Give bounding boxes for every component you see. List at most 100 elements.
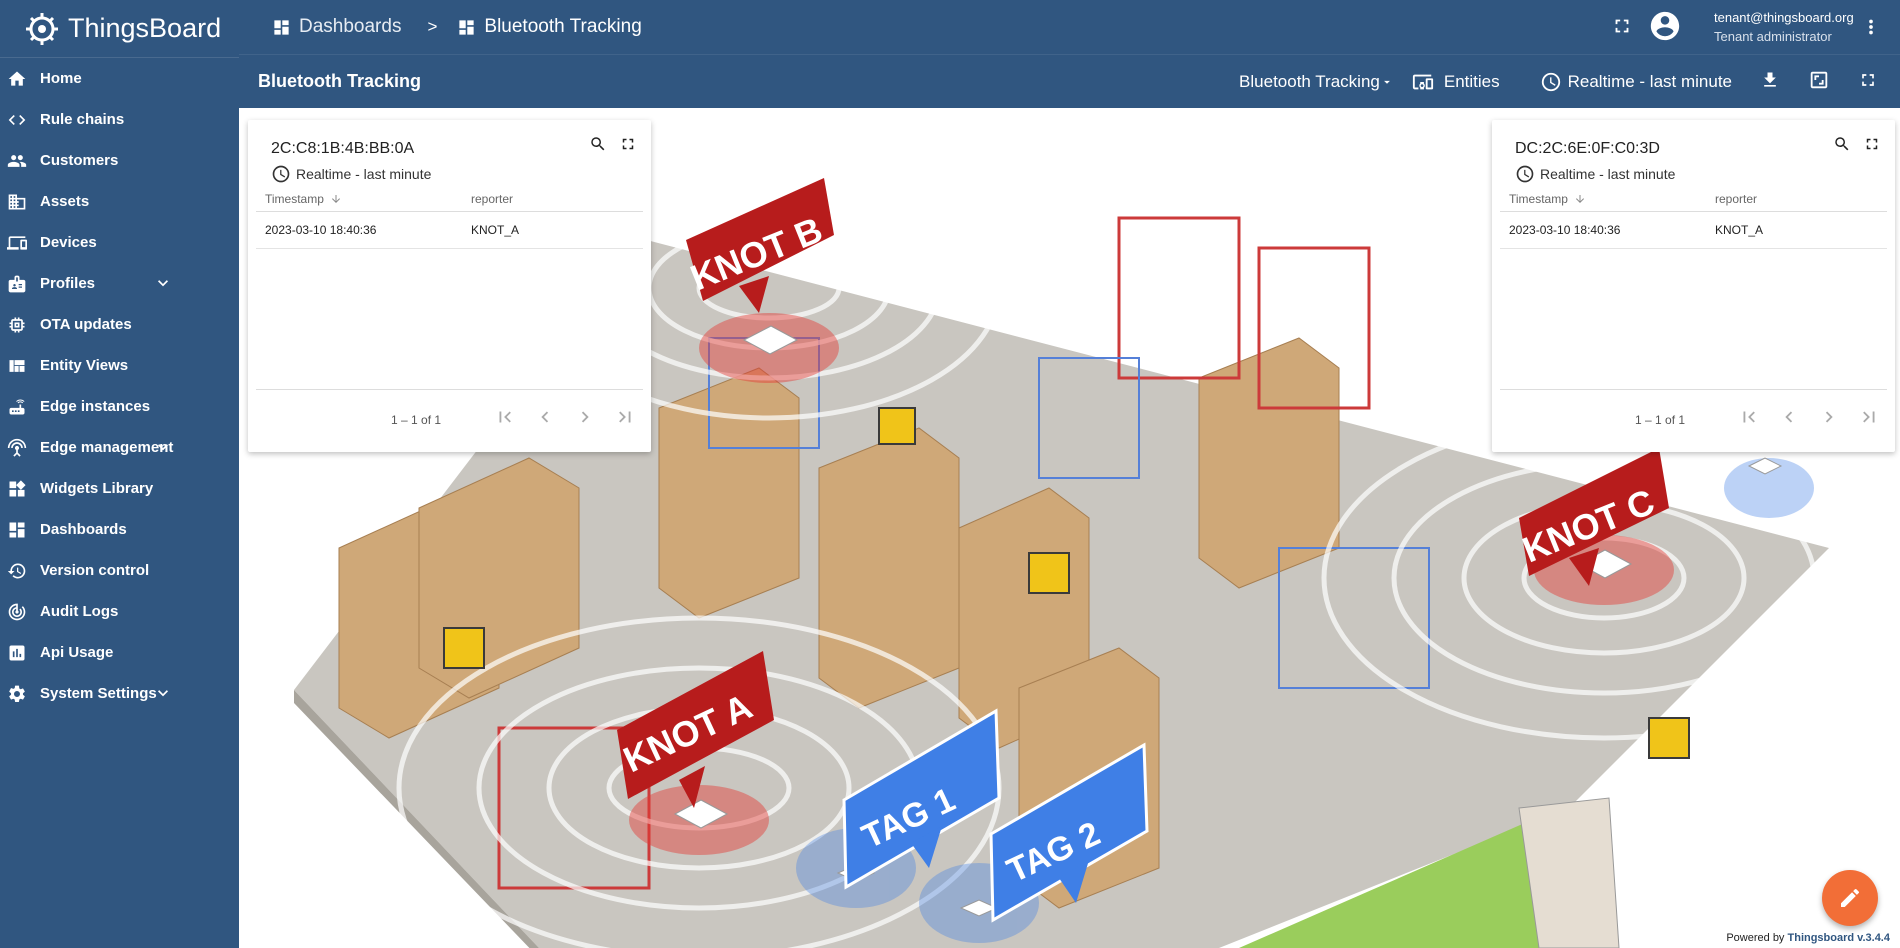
- sidebar-item-edge-instances[interactable]: Edge instances: [0, 386, 239, 427]
- breadcrumb-parent[interactable]: Dashboards: [299, 16, 401, 38]
- user-role: Tenant administrator: [1714, 29, 1832, 44]
- sidebar-item-widgets-library[interactable]: Widgets Library: [0, 468, 239, 509]
- user-info[interactable]: tenant@thingsboard.org Tenant administra…: [1714, 8, 1854, 46]
- powered-brand-link[interactable]: Thingsboard v.3.4.4: [1788, 932, 1891, 944]
- layout-button[interactable]: [1808, 69, 1830, 96]
- fullscreen-icon[interactable]: [1863, 135, 1881, 153]
- fullscreen-icon[interactable]: [619, 135, 637, 153]
- gear-icon: [6, 683, 28, 705]
- download-icon: [1764, 72, 1776, 87]
- column-header-reporter[interactable]: reporter: [1715, 192, 1757, 206]
- arrow-down-icon: [1575, 194, 1584, 203]
- column-header-reporter[interactable]: reporter: [471, 192, 513, 206]
- devices-icon: [6, 232, 28, 254]
- dashboard-icon: [459, 19, 475, 35]
- sidebar-item-customers[interactable]: Customers: [0, 140, 239, 181]
- first-page-icon[interactable]: [494, 406, 516, 428]
- chevron-right-icon[interactable]: [1818, 406, 1840, 428]
- cell-timestamp: 2023-03-10 18:40:36: [265, 223, 377, 237]
- dashboard-canvas: KNOT B KNOT A KNOT C TAG 1 TAG 2 2C:C8:1…: [239, 108, 1900, 948]
- timewindow-button[interactable]: Realtime - last minute: [1540, 71, 1732, 93]
- search-icon[interactable]: [1833, 135, 1851, 153]
- people-icon: [6, 150, 28, 172]
- rule-chain-icon: [6, 109, 28, 131]
- last-page-icon[interactable]: [1858, 406, 1880, 428]
- sidebar-item-devices[interactable]: Devices: [0, 222, 239, 263]
- sidebar-item-rule-chains[interactable]: Rule chains: [0, 99, 239, 140]
- sidebar-item-home[interactable]: Home: [0, 58, 239, 99]
- table-paginator: 1 – 1 of 1: [256, 389, 643, 449]
- dashboard-fullscreen-button[interactable]: [1858, 70, 1878, 95]
- cell-timestamp: 2023-03-10 18:40:36: [1509, 223, 1621, 237]
- domain-icon: [6, 191, 28, 213]
- sidebar-item-ota-updates[interactable]: OTA updates: [0, 304, 239, 345]
- sidebar-item-audit-logs[interactable]: Audit Logs: [0, 591, 239, 632]
- arrow-drop-down-icon: [1383, 80, 1390, 84]
- insert-chart-icon: [6, 642, 28, 664]
- arrow-down-icon: [331, 194, 340, 203]
- router-icon: [6, 396, 28, 418]
- column-header-timestamp[interactable]: Timestamp: [1500, 192, 1715, 206]
- search-icon[interactable]: [589, 135, 607, 153]
- settings-input-antenna-icon: [6, 437, 28, 459]
- column-header-label: Timestamp: [1509, 191, 1568, 206]
- column-header-timestamp[interactable]: Timestamp: [256, 192, 471, 206]
- history-icon: [6, 560, 28, 582]
- entities-label: Entities: [1443, 72, 1500, 91]
- sidebar-item-label: Audit Logs: [40, 603, 119, 620]
- dashboard-actions: Bluetooth Tracking Entities Realtime - l…: [1239, 55, 1900, 109]
- paginator-buttons: [494, 406, 636, 428]
- last-page-icon[interactable]: [614, 406, 636, 428]
- powered-by: Powered by Thingsboard v.3.4.4: [1726, 932, 1890, 944]
- widget-timewindow[interactable]: Realtime - last minute: [1515, 164, 1675, 184]
- dashboard-toolbar: Bluetooth Tracking Bluetooth Tracking En…: [239, 54, 1900, 108]
- user-avatar[interactable]: [1648, 9, 1682, 48]
- chevron-left-icon[interactable]: [534, 406, 556, 428]
- sidebar-item-label: Profiles: [40, 275, 96, 292]
- sidebar-item-version-control[interactable]: Version control: [0, 550, 239, 591]
- first-page-icon[interactable]: [1738, 406, 1760, 428]
- fullscreen-button[interactable]: [1611, 15, 1633, 42]
- sidebar-item-assets[interactable]: Assets: [0, 181, 239, 222]
- sidebar-item-api-usage[interactable]: Api Usage: [0, 632, 239, 673]
- sidebar-item-label: Api Usage: [40, 644, 114, 661]
- sidebar-item-system-settings[interactable]: System Settings: [0, 673, 239, 714]
- timeseries-table-widget-1: 2C:C8:1B:4B:BB:0A Realtime - last minute…: [248, 120, 651, 452]
- widget-timewindow[interactable]: Realtime - last minute: [271, 164, 431, 184]
- sidebar-item-label: Edge instances: [40, 398, 151, 415]
- app-logo[interactable]: ThingsBoard: [0, 0, 239, 58]
- track-changes-icon: [6, 601, 28, 623]
- edit-icon: [1841, 888, 1860, 907]
- state-select[interactable]: Bluetooth Tracking: [1239, 72, 1394, 92]
- sidebar-item-label: Assets: [40, 193, 90, 210]
- table-row[interactable]: 2023-03-10 18:40:36 KNOT_A: [256, 212, 643, 249]
- entities-button[interactable]: Entities: [1412, 71, 1500, 93]
- fullscreen-icon: [1615, 19, 1629, 33]
- widget-timewindow-label: Realtime - last minute: [296, 166, 432, 182]
- export-button[interactable]: [1760, 70, 1780, 95]
- widget-tools: [1833, 135, 1881, 153]
- paginator-range: 1 – 1 of 1: [1635, 413, 1686, 427]
- more-menu-button[interactable]: [1860, 15, 1882, 44]
- thingsboard-logo-icon: [26, 12, 58, 45]
- chevron-right-icon[interactable]: [574, 406, 596, 428]
- chip-icon: [6, 314, 28, 336]
- edit-dashboard-button[interactable]: [1822, 870, 1878, 926]
- more-vert-icon: [1869, 19, 1873, 35]
- breadcrumb-current: Bluetooth Tracking: [484, 16, 642, 37]
- sidebar-item-edge-management[interactable]: Edge management: [0, 427, 239, 468]
- sidebar-item-profiles[interactable]: Profiles: [0, 263, 239, 304]
- sidebar-item-entity-views[interactable]: Entity Views: [0, 345, 239, 386]
- chevron-left-icon[interactable]: [1778, 406, 1800, 428]
- table-row[interactable]: 2023-03-10 18:40:36 KNOT_A: [1500, 212, 1887, 249]
- top-toolbar: Dashboards > Bluetooth Tracking tenant@t…: [239, 0, 1900, 54]
- sidebar-item-label: Customers: [40, 152, 119, 169]
- chevron-down-icon: [153, 437, 173, 461]
- account-circle-icon: [1650, 11, 1680, 41]
- column-header-label: Timestamp: [265, 191, 324, 206]
- widgets-icon: [6, 478, 28, 500]
- sidebar-item-dashboards[interactable]: Dashboards: [0, 509, 239, 550]
- widget-title: DC:2C:6E:0F:C0:3D: [1515, 140, 1660, 157]
- sidebar-nav: Home Rule chains Customers Assets Devices Pro…: [0, 58, 239, 714]
- breadcrumb-separator: >: [427, 17, 438, 36]
